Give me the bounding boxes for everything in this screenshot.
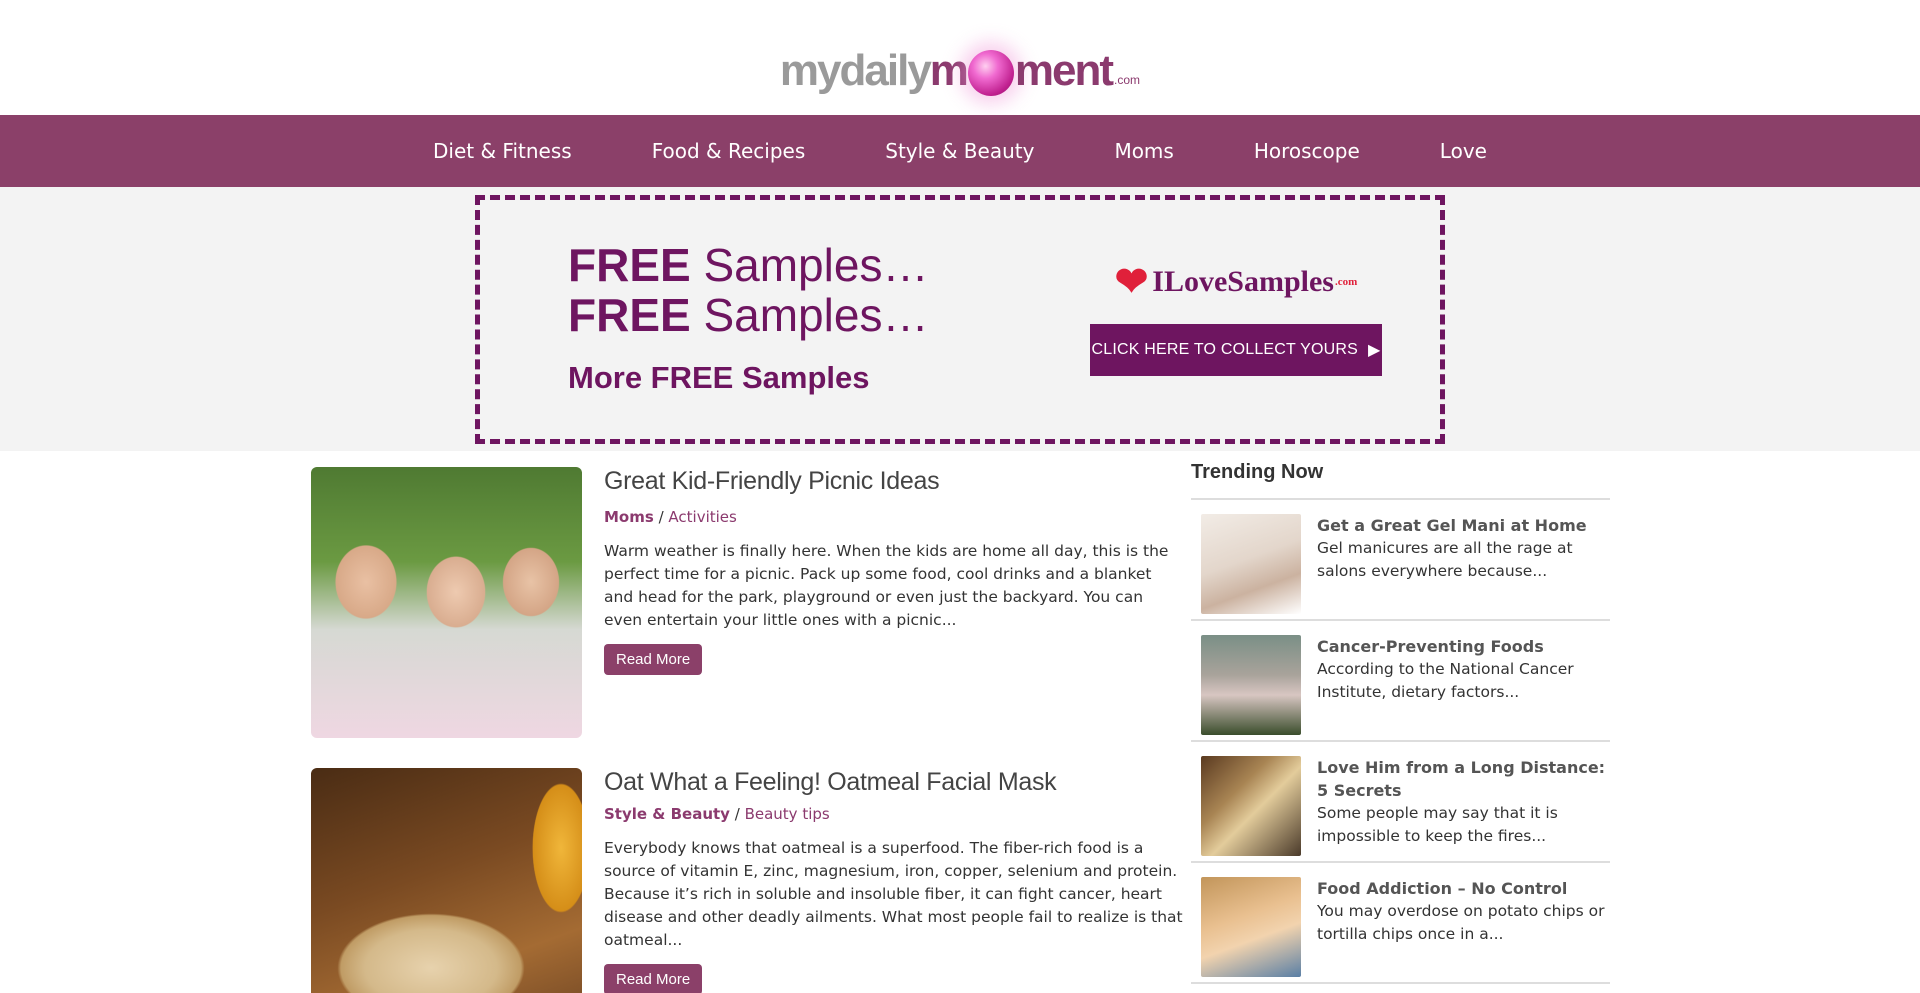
ad-line-2-bold: FREE — [568, 289, 691, 341]
trending-thumbnail[interactable] — [1201, 756, 1301, 856]
ad-line-2: FREE Samples… — [568, 290, 928, 340]
site-header: mydailym ment .com — [0, 0, 1920, 115]
article-subcategory-link[interactable]: Beauty tips — [745, 805, 830, 823]
trending-text: Love Him from a Long Distance: 5 Secrets… — [1317, 756, 1610, 851]
trending-thumbnail[interactable] — [1201, 877, 1301, 977]
trending-item[interactable]: Get a Great Gel Mani at Home Gel manicur… — [1191, 500, 1610, 621]
trending-title: Trending Now — [1191, 451, 1610, 500]
logo-orb-icon — [967, 49, 1014, 96]
article-category-link[interactable]: Moms — [604, 508, 654, 526]
nav-item-love[interactable]: Love — [1440, 139, 1487, 163]
trending-sidebar: Trending Now Get a Great Gel Mani at Hom… — [1191, 451, 1610, 984]
article-category-link[interactable]: Style & Beauty — [604, 805, 730, 823]
ilovesamples-logo: ❤ ILoveSamples .com — [1115, 262, 1358, 302]
ad-line-1-bold: FREE — [568, 239, 691, 291]
article-title[interactable]: Great Kid-Friendly Picnic Ideas — [604, 467, 1184, 496]
ad-cta-area: ❤ ILoveSamples .com CLICK HERE TO COLLEC… — [1090, 262, 1382, 376]
play-arrow-icon: ▶ — [1368, 342, 1381, 359]
article-categories: Moms / Activities — [604, 508, 1184, 526]
logo-suffix: .com — [1114, 72, 1141, 87]
article-image-oatmeal[interactable] — [311, 768, 582, 993]
trending-item-desc: According to the National Cancer Institu… — [1317, 660, 1574, 701]
trending-thumbnail[interactable] — [1201, 514, 1301, 614]
article-image-picnic[interactable] — [311, 467, 582, 738]
nav-item-diet-fitness[interactable]: Diet & Fitness — [433, 139, 572, 163]
nav-item-moms[interactable]: Moms — [1114, 139, 1173, 163]
category-separator: / — [734, 805, 740, 823]
free-samples-ad[interactable]: FREE Samples… FREE Samples… More FREE Sa… — [475, 195, 1445, 444]
ad-line-1: FREE Samples… — [568, 240, 928, 290]
read-more-button[interactable]: Read More — [604, 644, 703, 675]
trending-text: Food Addiction – No Control You may over… — [1317, 877, 1610, 972]
ad-line-2-rest: Samples… — [703, 289, 929, 341]
trending-item-title[interactable]: Cancer-Preventing Foods — [1317, 635, 1610, 658]
ad-band: FREE Samples… FREE Samples… More FREE Sa… — [0, 187, 1920, 451]
trending-item-title[interactable]: Food Addiction – No Control — [1317, 877, 1610, 900]
read-more-button[interactable]: Read More — [604, 964, 703, 993]
ilovesamples-brand: ILoveSamples — [1152, 265, 1334, 298]
article-categories: Style & Beauty / Beauty tips — [604, 805, 1184, 823]
ad-line-3: More FREE Samples — [568, 360, 870, 395]
nav-item-food-recipes[interactable]: Food & Recipes — [652, 139, 806, 163]
ad-headline: FREE Samples… FREE Samples… More FREE Sa… — [568, 240, 928, 396]
heart-icon: ❤ — [1114, 259, 1149, 304]
category-separator: / — [658, 508, 664, 526]
trending-item-title[interactable]: Love Him from a Long Distance: 5 Secrets — [1317, 756, 1610, 802]
logo-text-mydaily: mydaily — [779, 45, 932, 95]
trending-text: Cancer-Preventing Foods According to the… — [1317, 635, 1610, 730]
article-subcategory-link[interactable]: Activities — [668, 508, 736, 526]
ilovesamples-suffix: .com — [1334, 276, 1358, 288]
collect-samples-button[interactable]: CLICK HERE TO COLLECT YOURS ▶ — [1090, 324, 1382, 376]
collect-samples-label: CLICK HERE TO COLLECT YOURS — [1091, 341, 1358, 358]
article-excerpt: Everybody knows that oatmeal is a superf… — [604, 839, 1183, 949]
main-content: Great Kid-Friendly Picnic Ideas Moms / A… — [0, 451, 1920, 993]
main-nav: Diet & Fitness Food & Recipes Style & Be… — [0, 115, 1920, 187]
trending-item[interactable]: Love Him from a Long Distance: 5 Secrets… — [1191, 742, 1610, 863]
article-title[interactable]: Oat What a Feeling! Oatmeal Facial Mask — [604, 768, 1184, 797]
article-body: Great Kid-Friendly Picnic Ideas Moms / A… — [604, 467, 1184, 675]
trending-thumbnail[interactable] — [1201, 635, 1301, 735]
trending-item-title[interactable]: Get a Great Gel Mani at Home — [1317, 514, 1610, 537]
logo-text-m: m — [929, 45, 969, 95]
nav-item-horoscope[interactable]: Horoscope — [1254, 139, 1360, 163]
trending-item-desc: You may overdose on potato chips or tort… — [1317, 902, 1605, 943]
nav-item-style-beauty[interactable]: Style & Beauty — [885, 139, 1034, 163]
trending-text: Get a Great Gel Mani at Home Gel manicur… — [1317, 514, 1610, 609]
trending-item-desc: Some people may say that it is impossibl… — [1317, 804, 1558, 845]
article-body: Oat What a Feeling! Oatmeal Facial Mask … — [604, 768, 1184, 993]
ad-line-1-rest: Samples… — [703, 239, 929, 291]
trending-item[interactable]: Food Addiction – No Control You may over… — [1191, 863, 1610, 984]
trending-item[interactable]: Cancer-Preventing Foods According to the… — [1191, 621, 1610, 742]
logo-text-ment: ment — [1014, 45, 1114, 95]
trending-item-desc: Gel manicures are all the rage at salons… — [1317, 539, 1573, 580]
site-logo[interactable]: mydailym ment .com — [779, 23, 1141, 96]
article-excerpt: Warm weather is finally here. When the k… — [604, 542, 1169, 629]
